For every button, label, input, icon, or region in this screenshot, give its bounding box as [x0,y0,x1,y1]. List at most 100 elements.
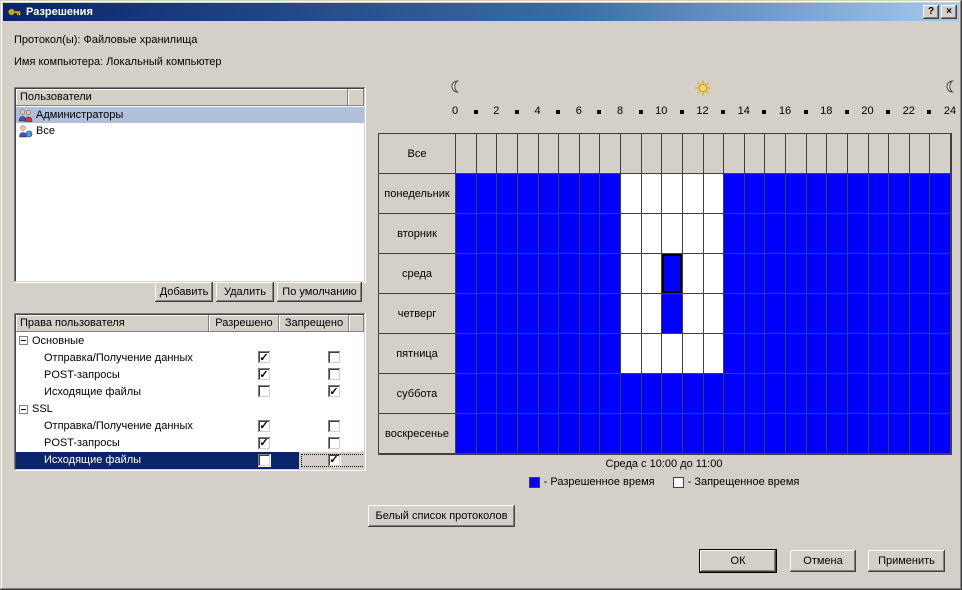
schedule-cell[interactable] [765,334,786,374]
schedule-cell[interactable] [847,254,869,294]
schedule-cell[interactable] [497,334,518,374]
schedule-cell[interactable] [744,414,766,454]
schedule-cell[interactable] [621,334,642,374]
schedule-cell[interactable] [765,414,786,454]
allowed-cell[interactable] [229,452,299,469]
schedule-cell[interactable] [456,334,477,374]
schedule-cell[interactable] [559,334,580,374]
schedule-cell[interactable] [847,174,869,214]
schedule-cell[interactable] [889,334,910,374]
cancel-button[interactable]: Отмена [790,550,856,572]
schedule-cell[interactable] [682,174,704,214]
schedule-cell[interactable] [909,134,931,174]
schedule-cell[interactable] [765,174,786,214]
schedule-cell[interactable] [621,174,642,214]
allowed-cell[interactable] [229,435,299,452]
schedule-cell[interactable] [662,254,683,294]
schedule-cell[interactable] [724,374,745,414]
schedule-cell[interactable] [786,214,807,254]
schedule-cell[interactable] [476,254,498,294]
schedule-cell[interactable] [889,174,910,214]
schedule-cell[interactable] [641,414,663,454]
schedule-cell[interactable] [559,134,580,174]
schedule-cell[interactable] [703,214,725,254]
schedule-cell[interactable] [517,294,539,334]
schedule-cell[interactable] [497,294,518,334]
allowed-cell[interactable] [229,349,299,366]
schedule-cell[interactable] [786,254,807,294]
schedule-cell[interactable] [538,254,560,294]
schedule-cell[interactable] [517,214,539,254]
schedule-cell[interactable] [765,374,786,414]
schedule-cell[interactable] [703,254,725,294]
schedule-cell[interactable] [786,374,807,414]
schedule-cell[interactable] [930,214,951,254]
schedule-cell[interactable] [538,214,560,254]
schedule-cell[interactable] [621,214,642,254]
schedule-cell[interactable] [456,294,477,334]
schedule-cell[interactable] [497,214,518,254]
schedule-cell[interactable] [641,134,663,174]
user-item[interactable]: Администраторы [16,107,364,123]
allowed-cell[interactable] [229,418,299,435]
schedule-row-label[interactable]: пятница [379,334,456,374]
schedule-cell[interactable] [868,334,890,374]
remove-user-button[interactable]: Удалить [216,282,274,302]
schedule-cell[interactable] [930,174,951,214]
denied-checkbox[interactable] [327,419,341,433]
schedule-cell[interactable] [456,174,477,214]
schedule-cell[interactable] [786,294,807,334]
close-button[interactable]: × [941,5,957,19]
schedule-cell[interactable] [600,214,621,254]
schedule-cell[interactable] [579,294,601,334]
schedule-cell[interactable] [497,374,518,414]
schedule-cell[interactable] [538,374,560,414]
schedule-cell[interactable] [930,254,951,294]
schedule-row-label[interactable]: воскресенье [379,414,456,454]
schedule-cell[interactable] [786,174,807,214]
schedule-cell[interactable] [476,334,498,374]
schedule-cell[interactable] [806,374,828,414]
schedule-cell[interactable] [641,174,663,214]
rights-column-header-allowed[interactable]: Разрешено [209,315,279,332]
schedule-cell[interactable] [662,334,683,374]
schedule-cell[interactable] [703,174,725,214]
allowed-checkbox[interactable] [257,368,271,382]
schedule-cell[interactable] [847,134,869,174]
schedule-cell[interactable] [621,414,642,454]
schedule-cell[interactable] [806,134,828,174]
schedule-cell[interactable] [827,334,848,374]
schedule-cell[interactable] [724,254,745,294]
schedule-cell[interactable] [909,294,931,334]
schedule-cell[interactable] [538,334,560,374]
schedule-cell[interactable] [744,334,766,374]
schedule-cell[interactable] [662,414,683,454]
schedule-cell[interactable] [600,254,621,294]
allowed-checkbox[interactable] [257,351,271,365]
rights-row[interactable]: Отправка/Получение данных [16,418,364,435]
ok-button[interactable]: ОК [700,550,776,572]
schedule-cell[interactable] [579,254,601,294]
schedule-cell[interactable] [930,374,951,414]
schedule-cell[interactable] [703,334,725,374]
schedule-cell[interactable] [930,334,951,374]
schedule-cell[interactable] [497,134,518,174]
denied-cell[interactable] [299,418,364,435]
help-button[interactable]: ? [923,5,939,19]
schedule-cell[interactable] [641,294,663,334]
schedule-row-label[interactable]: среда [379,254,456,294]
denied-checkbox[interactable] [327,385,341,399]
schedule-cell[interactable] [889,254,910,294]
schedule-cell[interactable] [868,174,890,214]
schedule-cell[interactable] [662,134,683,174]
schedule-cell[interactable] [724,294,745,334]
schedule-cell[interactable] [703,374,725,414]
rights-column-header-denied[interactable]: Запрещено [279,315,349,332]
schedule-cell[interactable] [600,334,621,374]
schedule-cell[interactable] [806,174,828,214]
schedule-cell[interactable] [600,374,621,414]
apply-button[interactable]: Применить [868,550,945,572]
schedule-cell[interactable] [827,254,848,294]
schedule-row-label[interactable]: понедельник [379,174,456,214]
schedule-cell[interactable] [806,254,828,294]
